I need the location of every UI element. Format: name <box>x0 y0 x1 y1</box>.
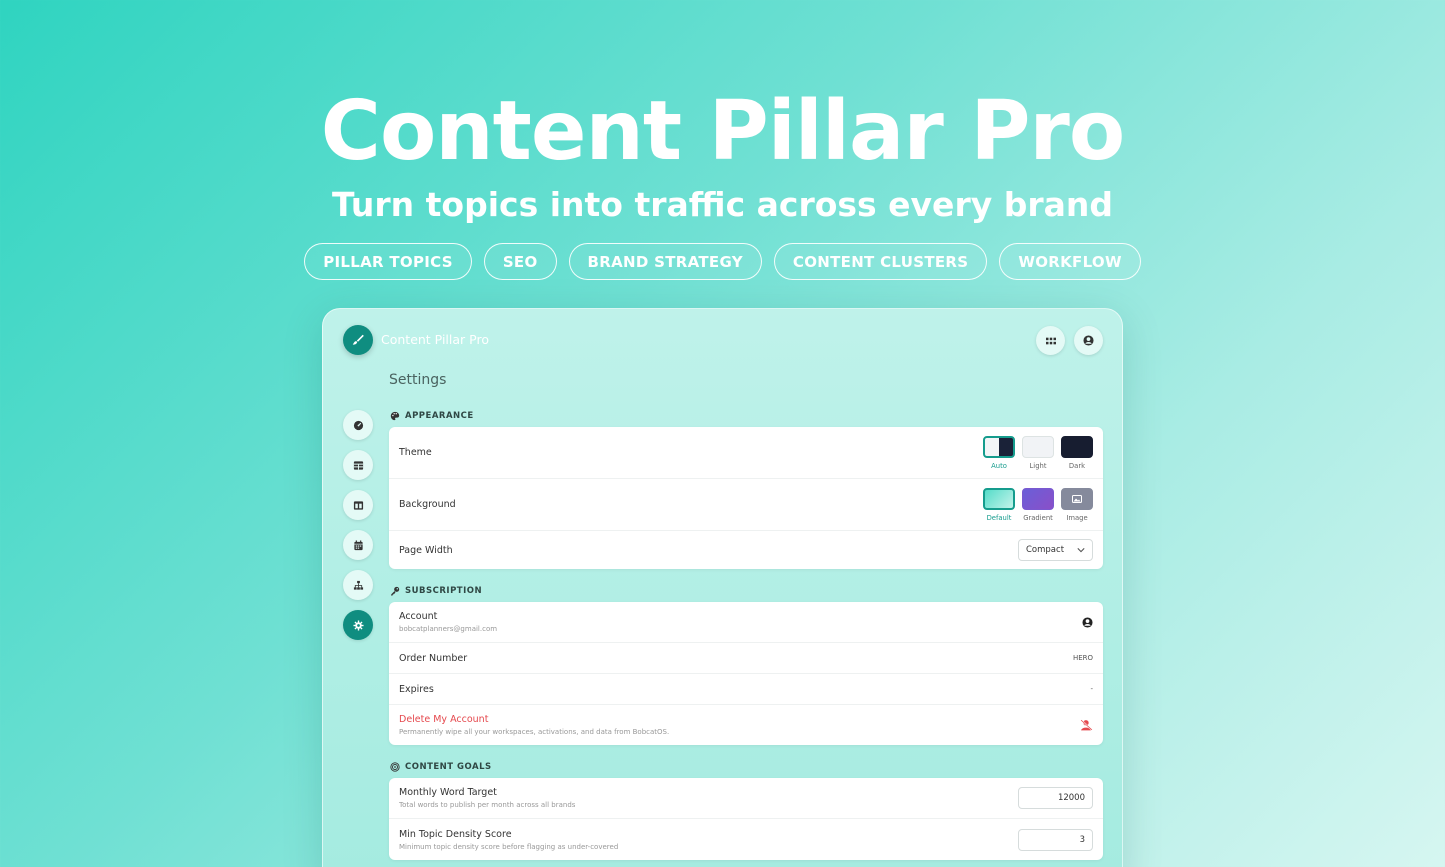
subscription-header: SUBSCRIPTION <box>390 586 482 596</box>
page-title: Settings <box>389 372 447 388</box>
theme-row: Theme Auto Light Dark <box>389 427 1103 479</box>
hero-subtitle: Turn topics into traffic across every br… <box>332 185 1113 224</box>
expires-value: - <box>1090 685 1093 693</box>
calendar-icon <box>353 539 363 550</box>
app-name: Content Pillar Pro <box>381 332 489 347</box>
tag-content-clusters: CONTENT CLUSTERS <box>773 243 988 280</box>
nav-sitemap[interactable] <box>343 570 373 600</box>
key-icon <box>391 586 400 596</box>
delete-account-description: Permanently wipe all your workspaces, ac… <box>399 728 670 736</box>
word-target-description: Total words to publish per month across … <box>399 801 576 809</box>
hero-title: Content Pillar Pro <box>320 84 1125 179</box>
appearance-card: Theme Auto Light Dark Background Default… <box>389 427 1103 569</box>
background-image-swatch[interactable] <box>1061 487 1093 510</box>
delete-account-row[interactable]: Delete My Account Permanently wipe all y… <box>389 705 1103 745</box>
theme-light[interactable]: Light <box>1022 435 1054 470</box>
profile-button[interactable] <box>1074 326 1103 355</box>
user-circle-icon <box>1083 335 1094 346</box>
page-width-value: Compact <box>1026 545 1065 555</box>
tag-pillar-topics: PILLAR TOPICS <box>304 243 472 280</box>
background-default-label: Default <box>986 513 1012 522</box>
gear-icon <box>352 619 364 631</box>
gauge-icon <box>353 420 363 430</box>
background-gradient-label: Gradient <box>1023 513 1053 522</box>
user-slash-icon[interactable] <box>1080 719 1093 731</box>
theme-options: Auto Light Dark <box>983 435 1093 470</box>
order-row: Order Number HERO <box>389 643 1103 674</box>
page-width-row: Page Width Compact <box>389 531 1103 569</box>
appearance-header-label: APPEARANCE <box>405 411 474 421</box>
content-goals-header-label: CONTENT GOALS <box>405 762 492 772</box>
account-label: Account <box>399 611 438 622</box>
density-row: Min Topic Density Score Minimum topic de… <box>389 819 1103 860</box>
image-icon <box>1072 494 1082 503</box>
theme-dark-swatch[interactable] <box>1061 435 1093 458</box>
app-window: Content Pillar Pro Settings APPEARANCE T… <box>322 308 1123 867</box>
background-row: Background Default Gradient Image <box>389 479 1103 531</box>
content-goals-card: Monthly Word Target Total words to publi… <box>389 778 1103 860</box>
content-goals-header: CONTENT GOALS <box>390 762 492 772</box>
theme-light-label: Light <box>1029 461 1047 470</box>
account-email: bobcatplanners@gmail.com <box>399 625 498 633</box>
side-nav <box>343 410 373 640</box>
background-image-label: Image <box>1066 513 1088 522</box>
nav-board[interactable] <box>343 490 373 520</box>
chevron-down-icon <box>1077 548 1085 553</box>
user-circle-icon[interactable] <box>1082 616 1093 628</box>
word-target-input[interactable]: 12000 <box>1018 787 1093 809</box>
sitemap-icon <box>353 580 363 590</box>
appearance-header: APPEARANCE <box>390 411 474 421</box>
theme-label: Theme <box>399 447 432 458</box>
background-gradient-swatch[interactable] <box>1022 487 1054 510</box>
palette-icon <box>390 411 400 421</box>
subscription-card: Account bobcatplanners@gmail.com Order N… <box>389 602 1103 745</box>
delete-account-label[interactable]: Delete My Account <box>399 714 669 725</box>
nav-table[interactable] <box>343 450 373 480</box>
app-logo[interactable] <box>343 325 373 355</box>
subscription-header-label: SUBSCRIPTION <box>405 586 483 596</box>
theme-dark-label: Dark <box>1068 461 1086 470</box>
theme-auto-swatch[interactable] <box>983 435 1015 458</box>
background-default[interactable]: Default <box>983 487 1015 522</box>
density-label: Min Topic Density Score <box>399 828 512 840</box>
page-width-label: Page Width <box>399 544 453 556</box>
grid-icon <box>1045 337 1056 344</box>
hero-tags: PILLAR TOPICS SEO BRAND STRATEGY CONTENT… <box>0 243 1445 280</box>
tag-workflow: WORKFLOW <box>999 243 1141 280</box>
account-row: Account bobcatplanners@gmail.com <box>389 602 1103 643</box>
table-icon <box>353 460 363 470</box>
theme-auto-label: Auto <box>991 461 1007 470</box>
expires-row: Expires - <box>389 674 1103 705</box>
theme-auto[interactable]: Auto <box>983 435 1015 470</box>
nav-settings[interactable] <box>343 610 373 640</box>
nav-calendar[interactable] <box>343 530 373 560</box>
nav-dashboard[interactable] <box>343 410 373 440</box>
expires-label: Expires <box>399 683 434 695</box>
page-width-select[interactable]: Compact <box>1018 539 1093 561</box>
density-description: Minimum topic density score before flagg… <box>399 842 619 851</box>
word-target-row: Monthly Word Target Total words to publi… <box>389 778 1103 819</box>
background-image[interactable]: Image <box>1061 487 1093 522</box>
theme-light-swatch[interactable] <box>1022 435 1054 458</box>
background-gradient[interactable]: Gradient <box>1022 487 1054 522</box>
background-default-swatch[interactable] <box>983 487 1015 510</box>
background-options: Default Gradient Image <box>983 487 1093 522</box>
order-label: Order Number <box>399 652 468 664</box>
target-icon <box>390 762 400 772</box>
theme-dark[interactable]: Dark <box>1061 435 1093 470</box>
apps-grid-button[interactable] <box>1036 326 1065 355</box>
tag-brand-strategy: BRAND STRATEGY <box>568 243 762 280</box>
order-value: HERO <box>1072 654 1093 662</box>
columns-icon <box>353 500 363 510</box>
tag-seo: SEO <box>483 243 557 280</box>
background-label: Background <box>399 499 456 510</box>
density-input[interactable]: 3 <box>1018 828 1093 851</box>
word-target-label: Monthly Word Target <box>399 787 497 798</box>
brush-icon <box>352 334 364 345</box>
